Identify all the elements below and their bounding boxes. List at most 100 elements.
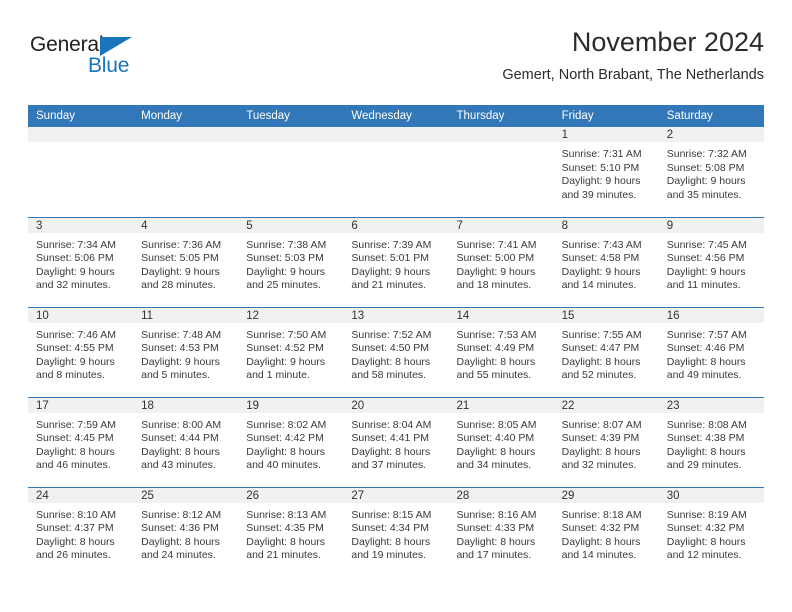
day-number: 27 — [343, 487, 449, 503]
day-details: Sunrise: 7:46 AM Sunset: 4:55 PM Daylight:… — [28, 323, 133, 383]
calendar-cell-empty — [28, 127, 134, 217]
title-block: November 2024 Gemert, North Brabant, The… — [502, 26, 764, 84]
daylight-duration-line1: Daylight: 8 hours — [561, 535, 641, 548]
calendar-week-row: 10 Sunrise: 7:46 AM Sunset: 4:55 PM Dayligh… — [28, 306, 764, 397]
day-details: Sunrise: 7:53 AM Sunset: 4:49 PM Daylight:… — [449, 323, 554, 383]
daylight-duration-line2: and 19 minutes. — [351, 549, 427, 562]
daylight-duration-line1: Daylight: 9 hours — [351, 265, 431, 278]
calendar-day-cell[interactable]: 20 Sunrise: 8:04 AM Sunset: 4:41 PM Dayligh… — [343, 396, 449, 487]
sunset-time: Sunset: 5:08 PM — [666, 161, 745, 174]
day-number: 11 — [133, 307, 239, 323]
daylight-duration-line1: Daylight: 8 hours — [36, 445, 115, 458]
calendar-day-cell[interactable]: 8 Sunrise: 7:43 AM Sunset: 4:58 PM Daylight… — [553, 216, 659, 307]
daylight-duration-line2: and 21 minutes. — [351, 279, 427, 292]
day-number: 29 — [553, 487, 659, 503]
sunset-time: Sunset: 5:06 PM — [36, 252, 114, 265]
daylight-duration-line1: Daylight: 9 hours — [666, 175, 746, 188]
calendar-day-cell[interactable]: 3 Sunrise: 7:34 AM Sunset: 5:06 PM Daylight… — [28, 216, 134, 307]
day-number — [238, 127, 344, 142]
calendar-day-cell[interactable]: 14 Sunrise: 7:53 AM Sunset: 4:49 PM Dayligh… — [448, 306, 554, 397]
sunset-time: Sunset: 4:36 PM — [141, 522, 219, 535]
daylight-duration-line2: and 35 minutes. — [666, 188, 742, 201]
calendar-day-cell[interactable]: 28 Sunrise: 8:16 AM Sunset: 4:33 PM Dayligh… — [448, 486, 554, 577]
day-details: Sunrise: 8:02 AM Sunset: 4:42 PM Daylight:… — [238, 413, 343, 473]
sunset-time: Sunset: 4:56 PM — [666, 252, 745, 265]
calendar-day-cell[interactable]: 16 Sunrise: 7:57 AM Sunset: 4:46 PM Dayligh… — [658, 306, 764, 397]
calendar-day-cell[interactable]: 12 Sunrise: 7:50 AM Sunset: 4:52 PM Dayligh… — [238, 306, 344, 397]
sunset-time: Sunset: 4:38 PM — [666, 432, 745, 445]
calendar-day-cell[interactable]: 13 Sunrise: 7:52 AM Sunset: 4:50 PM Dayligh… — [343, 306, 449, 397]
calendar-day-cell[interactable]: 25 Sunrise: 8:12 AM Sunset: 4:36 PM Dayligh… — [133, 486, 239, 577]
day-details: Sunrise: 8:12 AM Sunset: 4:36 PM Daylight:… — [133, 503, 238, 563]
sunrise-time: Sunrise: 8:10 AM — [36, 508, 116, 521]
calendar-week-row: 24 Sunrise: 8:10 AM Sunset: 4:37 PM Dayligh… — [28, 486, 764, 577]
daylight-duration-line1: Daylight: 9 hours — [141, 355, 220, 368]
calendar-day-cell[interactable]: 26 Sunrise: 8:13 AM Sunset: 4:35 PM Dayligh… — [238, 486, 344, 577]
day-details: Sunrise: 7:34 AM Sunset: 5:06 PM Daylight:… — [28, 233, 133, 293]
day-details: Sunrise: 7:43 AM Sunset: 4:58 PM Daylight:… — [554, 233, 659, 293]
sunset-time: Sunset: 4:55 PM — [36, 342, 114, 355]
calendar-day-cell[interactable]: 1 Sunrise: 7:31 AM Sunset: 5:10 PM Daylight… — [553, 127, 659, 217]
sunset-time: Sunset: 4:49 PM — [456, 342, 535, 355]
weekday-header-wednesday: Wednesday — [343, 105, 449, 127]
sunrise-time: Sunrise: 7:52 AM — [351, 328, 432, 341]
calendar-day-cell[interactable]: 29 Sunrise: 8:18 AM Sunset: 4:32 PM Dayligh… — [553, 486, 659, 577]
daylight-duration-line2: and 21 minutes. — [246, 549, 321, 562]
calendar-day-cell[interactable]: 5 Sunrise: 7:38 AM Sunset: 5:03 PM Daylight… — [238, 216, 344, 307]
daylight-duration-line1: Daylight: 8 hours — [351, 535, 431, 548]
sunrise-time: Sunrise: 7:34 AM — [36, 238, 116, 251]
calendar-day-cell[interactable]: 19 Sunrise: 8:02 AM Sunset: 4:42 PM Dayligh… — [238, 396, 344, 487]
calendar-day-cell[interactable]: 22 Sunrise: 8:07 AM Sunset: 4:39 PM Dayligh… — [553, 396, 659, 487]
day-details: Sunrise: 7:41 AM Sunset: 5:00 PM Daylight:… — [449, 233, 554, 293]
daylight-duration-line2: and 14 minutes. — [561, 279, 637, 292]
calendar-day-cell[interactable]: 23 Sunrise: 8:08 AM Sunset: 4:38 PM Dayligh… — [658, 396, 764, 487]
daylight-duration-line2: and 11 minutes. — [666, 279, 741, 292]
daylight-duration-line1: Daylight: 9 hours — [36, 355, 115, 368]
daylight-duration-line1: Daylight: 8 hours — [561, 445, 641, 458]
sunrise-time: Sunrise: 7:31 AM — [561, 148, 642, 160]
calendar-day-cell[interactable]: 21 Sunrise: 8:05 AM Sunset: 4:40 PM Dayligh… — [448, 396, 554, 487]
calendar-day-cell[interactable]: 7 Sunrise: 7:41 AM Sunset: 5:00 PM Daylight… — [448, 216, 554, 307]
logo[interactable]: General Blue — [30, 34, 160, 80]
calendar-day-cell[interactable]: 6 Sunrise: 7:39 AM Sunset: 5:01 PM Daylight… — [343, 216, 449, 307]
sunrise-time: Sunrise: 7:45 AM — [666, 238, 747, 251]
daylight-duration-line1: Daylight: 8 hours — [456, 535, 536, 548]
sunset-time: Sunset: 4:53 PM — [141, 342, 219, 355]
calendar-day-cell[interactable]: 18 Sunrise: 8:00 AM Sunset: 4:44 PM Dayligh… — [133, 396, 239, 487]
daylight-duration-line1: Daylight: 8 hours — [246, 445, 326, 458]
sunset-time: Sunset: 5:01 PM — [351, 252, 430, 265]
sunrise-time: Sunrise: 7:48 AM — [141, 328, 222, 341]
weekday-header-monday: Monday — [133, 105, 239, 127]
sunrise-time: Sunrise: 7:36 AM — [141, 238, 222, 251]
calendar-day-cell[interactable]: 15 Sunrise: 7:55 AM Sunset: 4:47 PM Dayligh… — [553, 306, 659, 397]
sunset-time: Sunset: 5:03 PM — [246, 252, 324, 265]
page-header: General Blue November 2024 Gemert, North… — [28, 26, 764, 98]
calendar-page: General Blue November 2024 Gemert, North… — [0, 0, 792, 612]
day-number: 13 — [343, 307, 449, 323]
sunrise-time: Sunrise: 7:39 AM — [351, 238, 432, 251]
calendar-day-cell[interactable]: 2 Sunrise: 7:32 AM Sunset: 5:08 PM Daylight… — [658, 127, 764, 217]
sunrise-time: Sunrise: 8:00 AM — [141, 418, 222, 431]
day-number: 17 — [28, 397, 134, 413]
calendar-day-cell[interactable]: 30 Sunrise: 8:19 AM Sunset: 4:32 PM Dayligh… — [658, 486, 764, 577]
calendar-cell-empty — [343, 127, 449, 217]
calendar-day-cell[interactable]: 24 Sunrise: 8:10 AM Sunset: 4:37 PM Dayligh… — [28, 486, 134, 577]
calendar-day-cell[interactable]: 17 Sunrise: 7:59 AM Sunset: 4:45 PM Dayligh… — [28, 396, 134, 487]
calendar-day-cell[interactable]: 4 Sunrise: 7:36 AM Sunset: 5:05 PM Daylight… — [133, 216, 239, 307]
daylight-duration-line2: and 49 minutes. — [666, 369, 742, 382]
daylight-duration-line2: and 25 minutes. — [246, 279, 321, 292]
day-details: Sunrise: 7:45 AM Sunset: 4:56 PM Daylight:… — [659, 233, 764, 293]
day-number: 9 — [658, 217, 764, 233]
daylight-duration-line1: Daylight: 9 hours — [36, 265, 115, 278]
sunset-time: Sunset: 4:32 PM — [561, 522, 640, 535]
sunset-time: Sunset: 4:47 PM — [561, 342, 640, 355]
sunrise-time: Sunrise: 8:13 AM — [246, 508, 327, 521]
calendar-day-cell[interactable]: 10 Sunrise: 7:46 AM Sunset: 4:55 PM Dayligh… — [28, 306, 134, 397]
calendar-day-cell[interactable]: 27 Sunrise: 8:15 AM Sunset: 4:34 PM Dayligh… — [343, 486, 449, 577]
calendar-day-cell[interactable]: 11 Sunrise: 7:48 AM Sunset: 4:53 PM Dayligh… — [133, 306, 239, 397]
day-number: 18 — [133, 397, 239, 413]
daylight-duration-line2: and 1 minute. — [246, 369, 310, 382]
daylight-duration-line1: Daylight: 8 hours — [351, 445, 431, 458]
calendar-day-cell[interactable]: 9 Sunrise: 7:45 AM Sunset: 4:56 PM Daylight… — [658, 216, 764, 307]
sunset-time: Sunset: 4:32 PM — [666, 522, 745, 535]
